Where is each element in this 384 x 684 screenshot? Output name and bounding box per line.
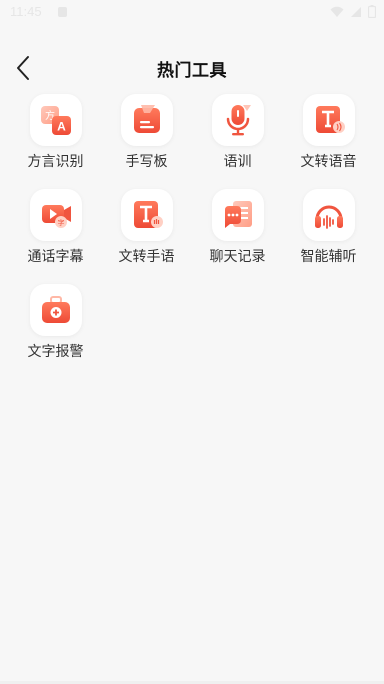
status-bar: 11:45 [0, 0, 384, 26]
tool-text-alarm[interactable]: 文字报警 [10, 284, 101, 379]
tool-call-caption[interactable]: 字 通话字幕 [10, 189, 101, 284]
tools-grid: 方 A 方言识别 手写板 语训 文转语音 字 通话字幕 文转手语 聊天记录 智能… [10, 94, 374, 379]
tool-icon-container [29, 284, 82, 336]
microphone-icon [226, 105, 251, 136]
status-time: 11:45 [10, 4, 42, 19]
tool-icon-container [302, 189, 355, 241]
tool-label: 通话字幕 [27, 249, 84, 265]
tool-icon-container [120, 94, 173, 146]
tool-label: 方言识别 [27, 154, 84, 170]
nav-bar: 热门工具 [0, 48, 384, 88]
tool-icon-container [302, 94, 355, 146]
chat-record-icon [224, 201, 252, 228]
battery-icon [368, 5, 376, 18]
tool-text-to-speech[interactable]: 文转语音 [283, 94, 374, 189]
tool-label: 聊天记录 [209, 249, 266, 265]
text-to-speech-icon [315, 106, 345, 133]
tool-chat-record[interactable]: 聊天记录 [192, 189, 283, 284]
tool-icon-container: 方 A [29, 94, 82, 146]
tool-icon-container: 字 [29, 189, 82, 241]
tool-smart-hearing[interactable]: 智能辅听 [283, 189, 374, 284]
svg-text:字: 字 [57, 218, 64, 227]
wifi-icon [330, 6, 344, 17]
tool-text-to-sign[interactable]: 文转手语 [101, 189, 192, 284]
tool-label: 文转语音 [300, 154, 357, 170]
notification-icon [58, 7, 67, 17]
tool-label: 文字报警 [27, 344, 84, 360]
tool-icon-container [211, 94, 264, 146]
call-caption-icon: 字 [41, 205, 71, 228]
headphone-icon [314, 205, 343, 229]
tool-dialect-recognition[interactable]: 方 A 方言识别 [10, 94, 101, 189]
tool-label: 手写板 [125, 154, 168, 170]
alarm-kit-icon [41, 296, 70, 323]
tool-label: 文转手语 [118, 249, 175, 265]
dialect-translate-icon: 方 A [40, 106, 71, 135]
text-to-sign-icon [133, 201, 163, 228]
tool-icon-container [120, 189, 173, 241]
tool-icon-container [211, 189, 264, 241]
svg-text:A: A [57, 120, 66, 134]
status-icons [330, 5, 376, 18]
page-title: 热门工具 [157, 61, 227, 81]
tool-speech-training[interactable]: 语训 [192, 94, 283, 189]
signal-icon [351, 6, 361, 17]
tool-label: 语训 [223, 154, 252, 170]
handwriting-board-icon [133, 105, 160, 133]
tool-handwriting-board[interactable]: 手写板 [101, 94, 192, 189]
tool-label: 智能辅听 [300, 249, 357, 265]
